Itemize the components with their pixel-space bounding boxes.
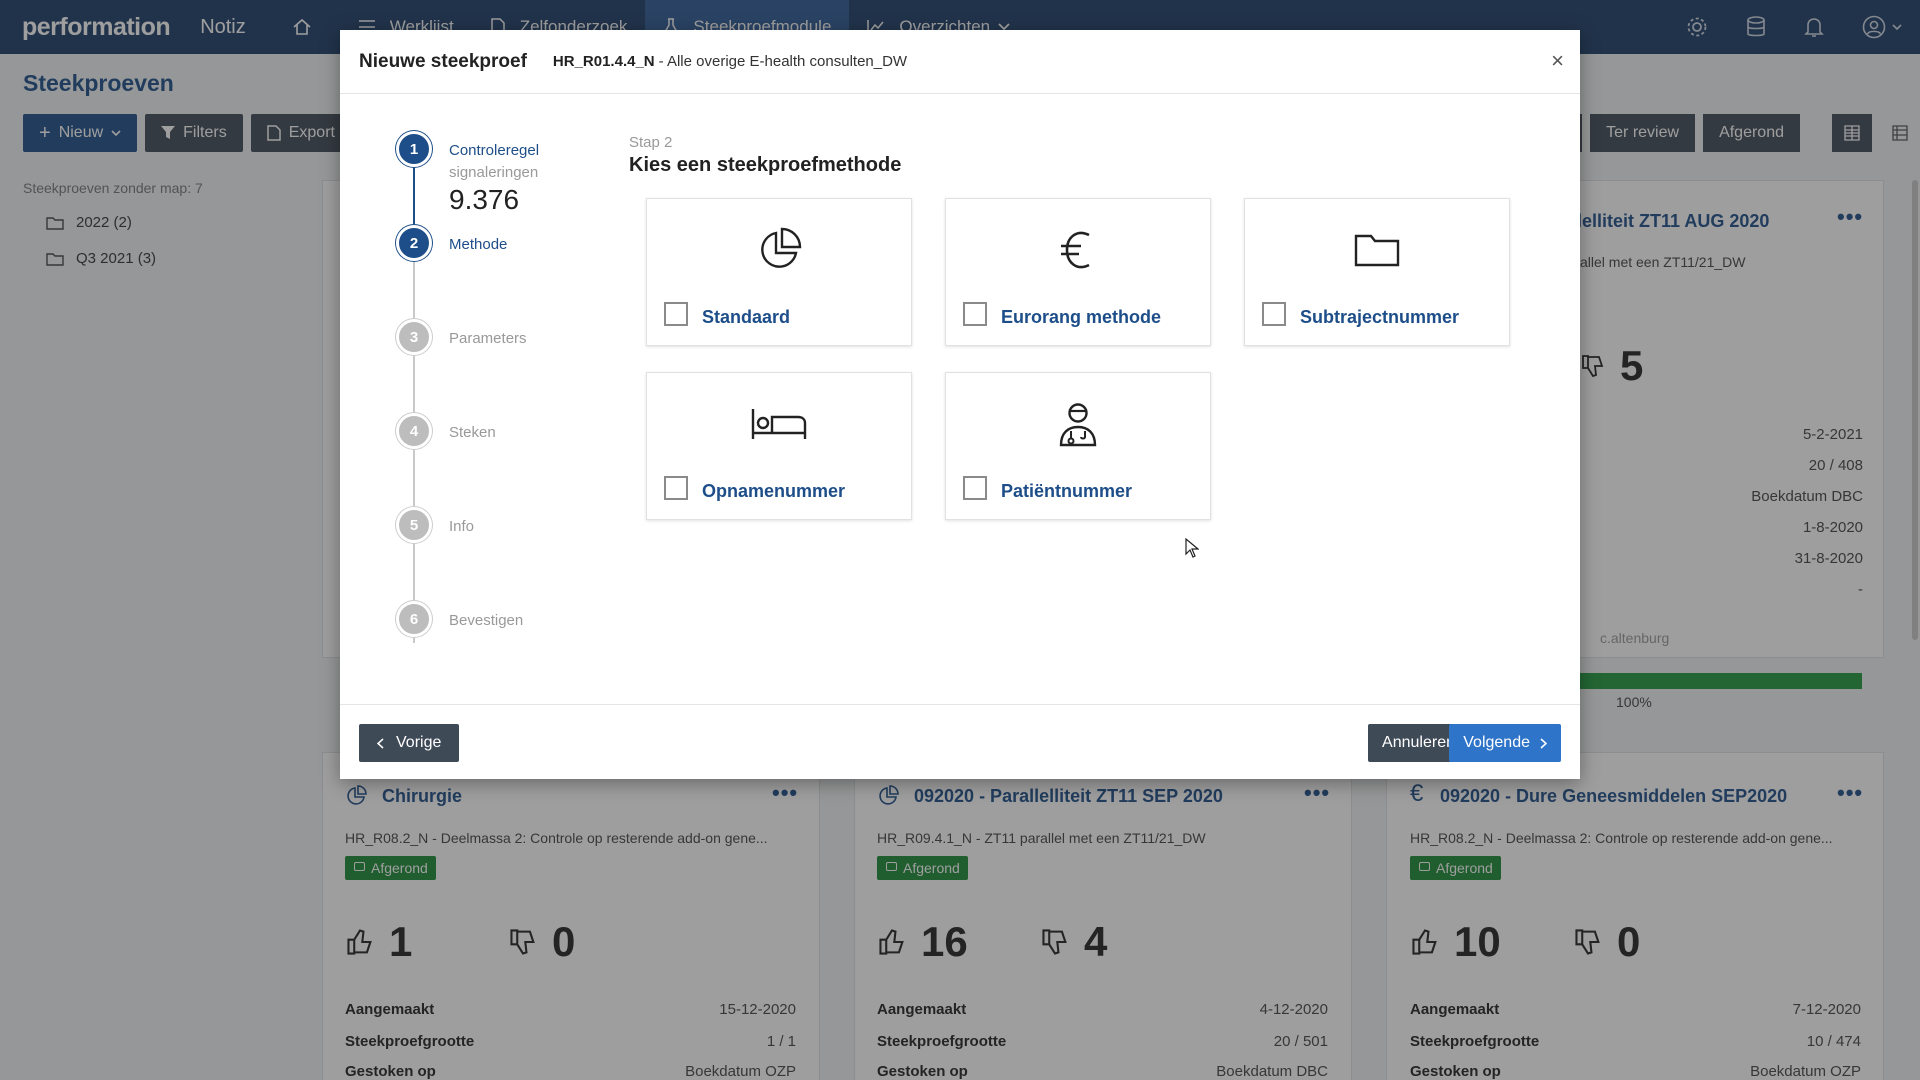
- pie-chart-icon: [761, 227, 802, 268]
- method-label: Subtrajectnummer: [1300, 307, 1460, 327]
- step-5-circle: 5: [396, 507, 432, 543]
- bed-icon: [751, 409, 807, 439]
- method-label: Opnamenummer: [702, 481, 846, 501]
- euro-icon: [1061, 231, 1090, 269]
- step-2-circle: 2: [396, 225, 432, 261]
- next-button-label: Volgende: [1463, 734, 1530, 751]
- step-3-label: Parameters: [449, 330, 527, 347]
- close-icon[interactable]: ×: [1551, 48, 1564, 74]
- step-4-label: Steken: [449, 424, 496, 441]
- rule-description: - Alle overige E-health consulten_DW: [658, 53, 908, 70]
- dialog-header: Nieuwe steekproef HR_R01.4.4_N - Alle ov…: [340, 30, 1580, 94]
- method-checkbox[interactable]: [664, 476, 688, 500]
- rule-code: HR_R01.4.4_N: [552, 53, 655, 70]
- method-checkbox[interactable]: [1262, 302, 1286, 326]
- previous-button-label: Vorige: [396, 734, 442, 751]
- step-4-circle: 4: [396, 413, 432, 449]
- step-1-circle: 1: [396, 131, 432, 167]
- method-checkbox[interactable]: [963, 476, 987, 500]
- step-5-label: Info: [449, 518, 475, 535]
- chevron-right-icon: [1540, 737, 1547, 749]
- method-label: Standaard: [702, 307, 791, 327]
- method-label: Eurorang methode: [1001, 307, 1162, 327]
- dialog-footer: Vorige Annuleren Volgende: [340, 704, 1580, 779]
- step-1-label: Controleregel: [449, 142, 540, 159]
- method-standaard[interactable]: Standaard: [646, 198, 912, 346]
- chevron-left-icon: [377, 737, 384, 749]
- method-label: Patiëntnummer: [1001, 481, 1133, 501]
- method-checkbox[interactable]: [963, 302, 987, 326]
- signal-count: 9.376: [449, 184, 520, 215]
- step-indicator: Stap 2: [629, 134, 673, 151]
- method-opnamenummer[interactable]: Opnamenummer: [646, 372, 912, 520]
- step-title: Kies een steekproefmethode: [629, 154, 902, 176]
- method-eurorang[interactable]: Eurorang methode: [945, 198, 1211, 346]
- patient-icon: [1059, 403, 1097, 447]
- step-6-circle: 6: [396, 601, 432, 637]
- next-button[interactable]: Volgende: [1449, 724, 1561, 762]
- folder-icon: [1354, 234, 1400, 267]
- step-6-label: Bevestigen: [449, 612, 524, 629]
- step-2-label: Methode: [449, 236, 508, 253]
- method-patientnummer[interactable]: Patiëntnummer: [945, 372, 1211, 520]
- method-subtrajectnummer[interactable]: Subtrajectnummer: [1244, 198, 1510, 346]
- dialog-title: Nieuwe steekproef: [359, 50, 527, 72]
- mouse-cursor-icon: [1185, 538, 1199, 558]
- step-1-sublabel: signaleringen: [449, 164, 539, 181]
- previous-button[interactable]: Vorige: [359, 724, 460, 762]
- new-sample-dialog: Nieuwe steekproef HR_R01.4.4_N - Alle ov…: [340, 30, 1580, 779]
- method-checkbox[interactable]: [664, 302, 688, 326]
- step-3-circle: 3: [396, 319, 432, 355]
